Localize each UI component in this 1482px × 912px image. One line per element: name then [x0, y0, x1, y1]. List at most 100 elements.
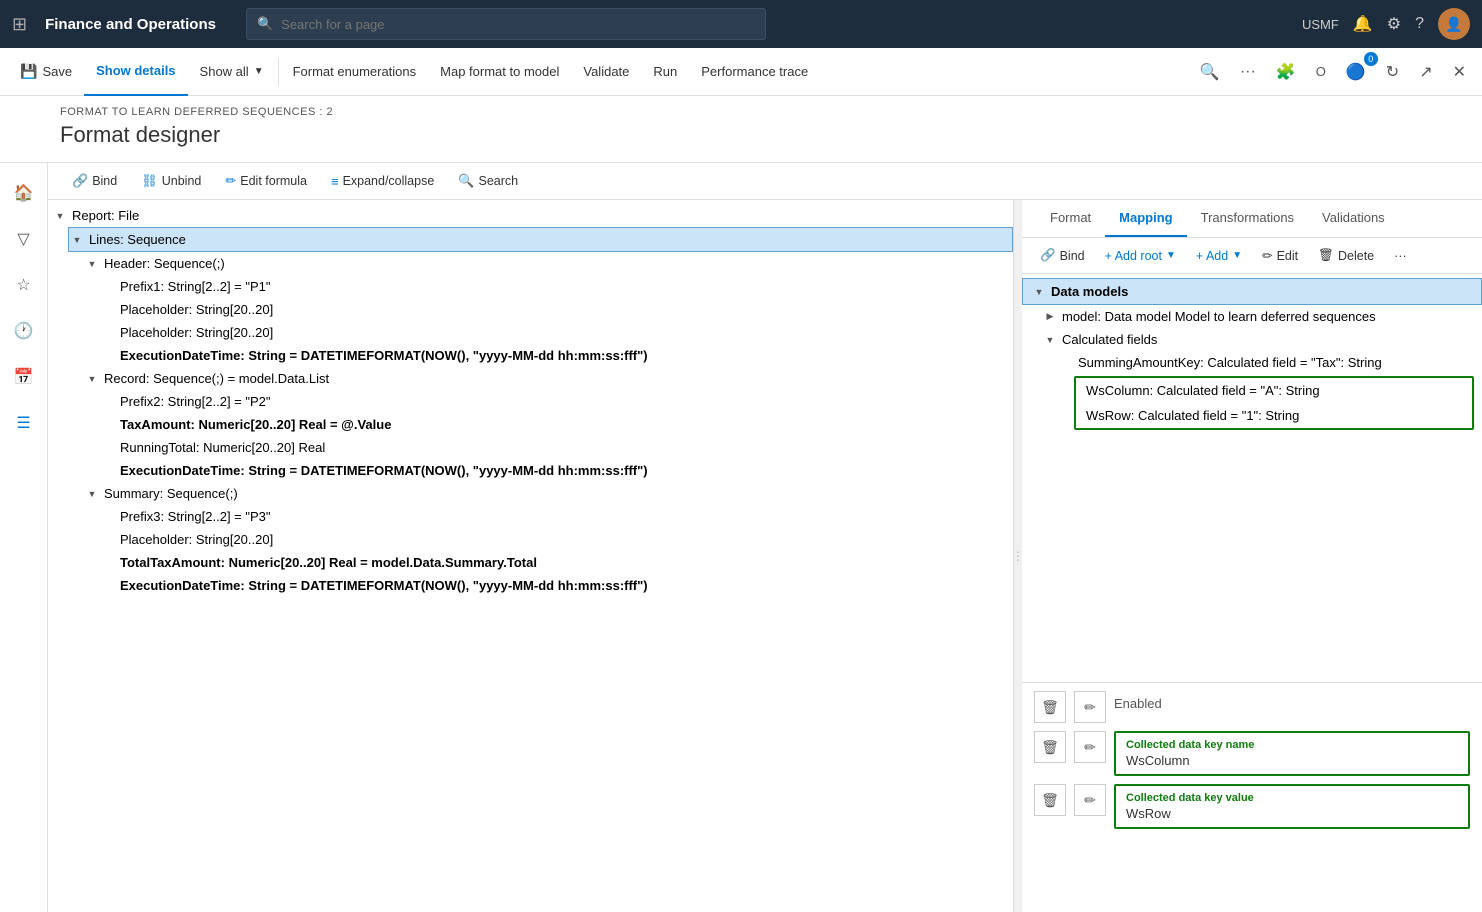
add-button[interactable]: + Add ▼: [1188, 245, 1250, 267]
show-all-button[interactable]: Show all ▼: [188, 48, 276, 96]
search-icon: 🔍: [257, 16, 273, 32]
edit-enabled-button[interactable]: ✏: [1074, 691, 1106, 723]
property-row-key-value: 🗑 ✏ Collected data key value WsRow: [1034, 784, 1470, 829]
expand-collapse-button[interactable]: ≡ Expand/collapse: [321, 170, 444, 193]
page-header: FORMAT TO LEARN DEFERRED SEQUENCES : 2 F…: [0, 96, 1482, 163]
sidebar-icon-home[interactable]: 🏠: [4, 173, 44, 213]
tree-item-taxamount[interactable]: TaxAmount: Numeric[20..20] Real = @.Valu…: [100, 413, 1013, 436]
validate-button[interactable]: Validate: [571, 48, 641, 96]
delete-keyname-button[interactable]: 🗑: [1034, 731, 1066, 763]
sidebar-icon-filter[interactable]: ▽: [4, 219, 44, 259]
toggle-report[interactable]: [52, 211, 68, 221]
grid-icon[interactable]: ⊞: [12, 14, 27, 35]
cmd-right: 🔍 ··· 🧩 O 🔵0 ↻ ↗ ✕: [1192, 56, 1474, 88]
tab-transformations[interactable]: Transformations: [1187, 200, 1308, 237]
tab-format[interactable]: Format: [1036, 200, 1105, 237]
bind-button[interactable]: 🔗 Bind: [62, 169, 127, 193]
show-details-button[interactable]: Show details: [84, 48, 187, 96]
sidebar-icon-calendar[interactable]: 📅: [4, 357, 44, 397]
avatar[interactable]: 👤: [1438, 8, 1470, 40]
mapping-item-data-models[interactable]: Data models: [1022, 278, 1482, 305]
sidebar-icon-recent[interactable]: 🕐: [4, 311, 44, 351]
tree-item-execdate2[interactable]: ExecutionDateTime: String = DATETIMEFORM…: [100, 459, 1013, 482]
close-icon[interactable]: ✕: [1445, 56, 1474, 88]
edit-keyname-button[interactable]: ✏: [1074, 731, 1106, 763]
mapping-item-calc-fields[interactable]: Calculated fields: [1042, 328, 1482, 351]
tree-item-placeholder1[interactable]: Placeholder: String[20..20]: [100, 298, 1013, 321]
tree-item-placeholder2[interactable]: Placeholder: String[20..20]: [100, 321, 1013, 344]
edit-formula-button[interactable]: ✏ Edit formula: [215, 169, 317, 193]
toggle-header[interactable]: [84, 259, 100, 269]
tree-item-runningtotal[interactable]: RunningTotal: Numeric[20..20] Real: [100, 436, 1013, 459]
refresh-icon[interactable]: ↻: [1378, 56, 1407, 88]
edit-keyvalue-button[interactable]: ✏: [1074, 784, 1106, 816]
property-key-name: Collected data key name WsColumn: [1114, 731, 1470, 776]
tree-item-record[interactable]: Record: Sequence(;) = model.Data.List: [84, 367, 1013, 390]
trash-icon: 🗑: [1318, 248, 1334, 263]
format-pane: Report: File Lines: Sequence Header: Seq…: [48, 200, 1014, 912]
notification-icon[interactable]: 🔔: [1353, 14, 1373, 34]
mapping-item-wsrow[interactable]: WsRow: Calculated field = "1": String: [1076, 403, 1472, 428]
run-button[interactable]: Run: [641, 48, 689, 96]
property-key-value: Collected data key value WsRow: [1114, 784, 1470, 829]
notification-badge-icon[interactable]: 🔵0: [1338, 56, 1374, 88]
property-row-key-name: 🗑 ✏ Collected data key name WsColumn: [1034, 731, 1470, 776]
toggle-record[interactable]: [84, 374, 100, 384]
sidebar-icon-favorites[interactable]: ☆: [4, 265, 44, 305]
splitter[interactable]: ⋮: [1014, 200, 1022, 912]
tab-mapping[interactable]: Mapping: [1105, 200, 1186, 237]
designer-area: 🔗 Bind ⛓ Unbind ✏ Edit formula ≡ Expand/…: [48, 163, 1482, 912]
tab-validations[interactable]: Validations: [1308, 200, 1399, 237]
office-icon[interactable]: O: [1308, 58, 1334, 85]
search-input[interactable]: [281, 17, 755, 32]
toggle-data-models[interactable]: [1031, 287, 1047, 297]
performance-trace-button[interactable]: Performance trace: [689, 48, 820, 96]
tree-item-report[interactable]: Report: File: [52, 204, 1013, 227]
external-link-icon[interactable]: ↗: [1411, 56, 1440, 88]
mapping-item-model[interactable]: model: Data model Model to learn deferre…: [1042, 305, 1482, 328]
tree-item-totaltax[interactable]: TotalTaxAmount: Numeric[20..20] Real = m…: [100, 551, 1013, 574]
settings-icon[interactable]: ⚙: [1387, 14, 1401, 34]
delete-button[interactable]: 🗑 Delete: [1310, 244, 1382, 267]
mapping-highlight-box: WsColumn: Calculated field = "A": String…: [1074, 376, 1474, 430]
delete-keyvalue-button[interactable]: 🗑: [1034, 784, 1066, 816]
mapping-item-summing[interactable]: SummingAmountKey: Calculated field = "Ta…: [1058, 351, 1482, 374]
delete-enabled-button[interactable]: 🗑: [1034, 691, 1066, 723]
more-icon[interactable]: ···: [1232, 57, 1264, 87]
tree-item-summary[interactable]: Summary: Sequence(;): [84, 482, 1013, 505]
format-enumerations-button[interactable]: Format enumerations: [281, 48, 429, 96]
expand-icon: ≡: [331, 174, 339, 189]
toggle-calc-fields[interactable]: [1042, 335, 1058, 345]
tree-item-prefix1[interactable]: Prefix1: String[2..2] = "P1": [100, 275, 1013, 298]
puzzle-icon[interactable]: 🧩: [1268, 56, 1304, 88]
split-pane: Report: File Lines: Sequence Header: Seq…: [48, 200, 1482, 912]
user-label: USMF: [1302, 17, 1339, 32]
toggle-lines[interactable]: [69, 235, 85, 245]
tree-item-prefix2[interactable]: Prefix2: String[2..2] = "P2": [100, 390, 1013, 413]
tree-item-header[interactable]: Header: Sequence(;): [84, 252, 1013, 275]
mapping-item-wscolumn[interactable]: WsColumn: Calculated field = "A": String: [1076, 378, 1472, 403]
link-map-icon: 🔗: [1040, 248, 1056, 263]
toggle-model[interactable]: [1042, 311, 1058, 322]
mapping-bind-button[interactable]: 🔗 Bind: [1032, 244, 1093, 267]
breadcrumb: FORMAT TO LEARN DEFERRED SEQUENCES : 2: [60, 106, 1462, 118]
map-format-button[interactable]: Map format to model: [428, 48, 571, 96]
tree-item-execdate3[interactable]: ExecutionDateTime: String = DATETIMEFORM…: [100, 574, 1013, 597]
page-title: Format designer: [60, 122, 1462, 148]
help-icon[interactable]: ?: [1415, 15, 1424, 33]
tree-item-placeholder3[interactable]: Placeholder: String[20..20]: [100, 528, 1013, 551]
more-map-button[interactable]: ···: [1386, 245, 1415, 267]
pencil-map-icon: ✏: [1262, 248, 1272, 263]
edit-map-button[interactable]: ✏ Edit: [1254, 244, 1306, 267]
search-cmd-icon[interactable]: 🔍: [1192, 56, 1228, 88]
main-content: FORMAT TO LEARN DEFERRED SEQUENCES : 2 F…: [0, 96, 1482, 912]
tree-item-execdate1[interactable]: ExecutionDateTime: String = DATETIMEFORM…: [100, 344, 1013, 367]
add-root-button[interactable]: + Add root ▼: [1097, 245, 1184, 267]
save-button[interactable]: 💾 Save: [8, 48, 84, 96]
search-button[interactable]: 🔍 Search: [448, 169, 528, 193]
tree-item-lines[interactable]: Lines: Sequence: [68, 227, 1013, 252]
toggle-summary[interactable]: [84, 489, 100, 499]
unbind-button[interactable]: ⛓ Unbind: [131, 169, 211, 193]
tree-item-prefix3[interactable]: Prefix3: String[2..2] = "P3": [100, 505, 1013, 528]
sidebar-icon-list[interactable]: ☰: [4, 403, 44, 443]
